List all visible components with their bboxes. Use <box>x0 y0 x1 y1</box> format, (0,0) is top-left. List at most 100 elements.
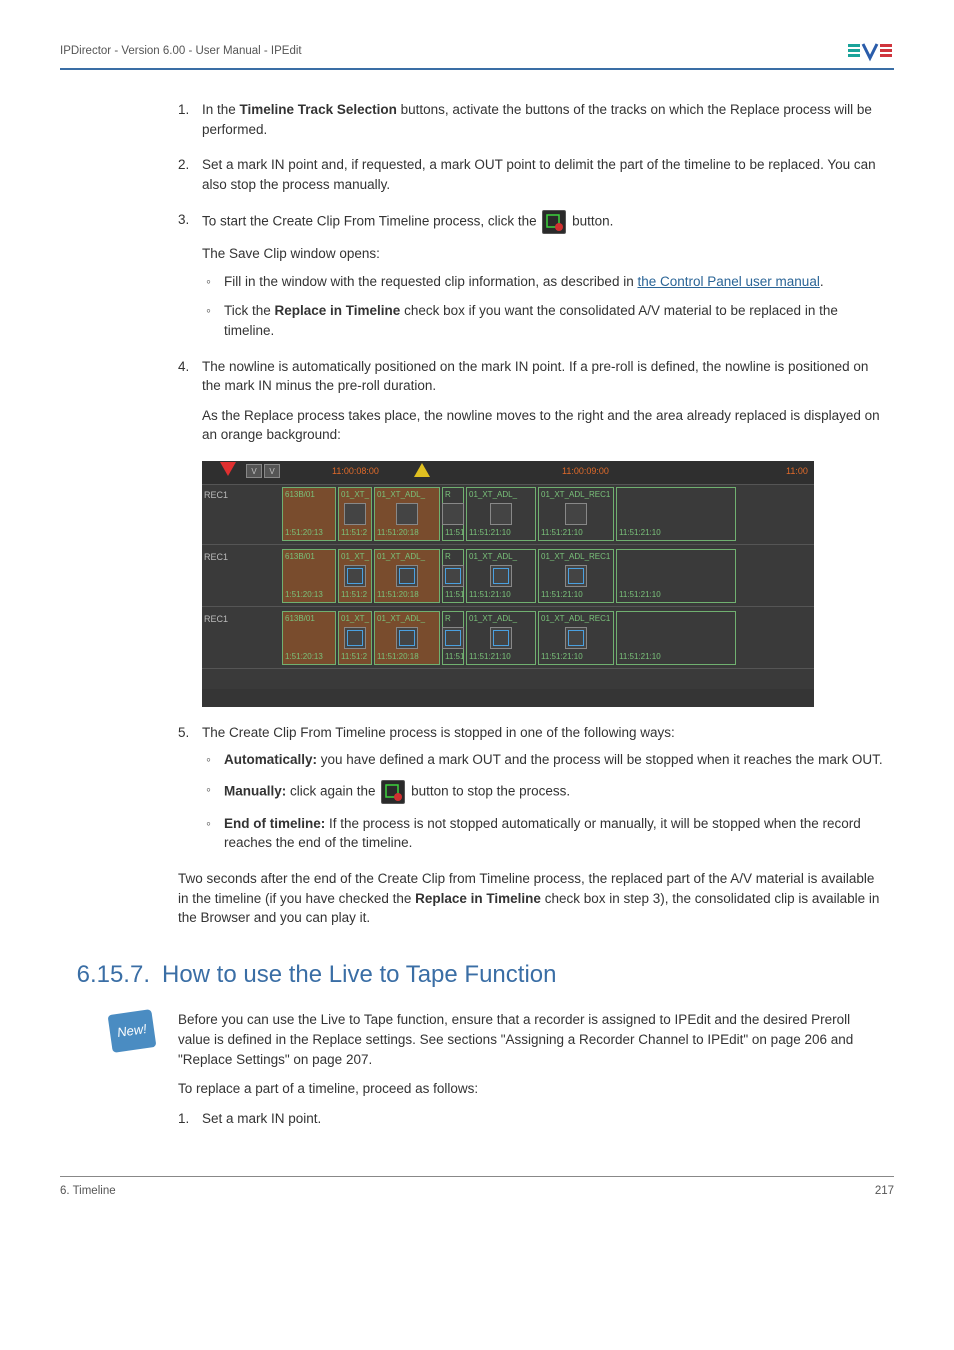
clip-timecode: 11:51:20:18 <box>377 651 439 663</box>
clip-thumbnail <box>344 503 366 525</box>
section-lead: To replace a part of a timeline, proceed… <box>178 1079 884 1099</box>
step-5: The Create Clip From Timeline process is… <box>178 723 884 853</box>
timeline-spacer <box>202 689 814 707</box>
step-1: In the Timeline Track Selection buttons,… <box>178 100 884 139</box>
timeline-clip: 613B/01 1:51:20:13 <box>282 487 336 541</box>
timeline-track: REC1 613B/011:51:20:1301_XT_11:51:2 01_XT_… <box>202 547 814 607</box>
v-button: V <box>264 464 280 478</box>
clip-thumbnail <box>396 565 418 587</box>
clip-timecode: 1:51:20:13 <box>285 651 335 663</box>
text: The Create Clip From Timeline process is… <box>202 725 675 740</box>
clip-thumbnail <box>565 627 587 649</box>
list-item: Tick the Replace in Timeline check box i… <box>202 301 884 340</box>
page-footer: 6. Timeline 217 <box>60 1176 894 1200</box>
clip-timecode: 11:51:2 <box>341 589 371 601</box>
clip-timecode: 11:51:2 <box>341 651 371 663</box>
clip-name: 01_XT_ADL_ <box>469 489 535 501</box>
clip-thumbnail <box>442 627 464 649</box>
clip-timecode: 11:51:21:10 <box>469 527 535 539</box>
timeline-clip: 01_XT_ADL_11:51:21:10 <box>466 611 536 665</box>
timeline-clip: 11:51:21:10 <box>616 549 736 603</box>
clip-timecode: 11:51:21:10 <box>619 527 735 539</box>
clip-thumbnail <box>490 627 512 649</box>
clip-name: R <box>445 489 463 501</box>
evs-logo-icon <box>848 40 894 62</box>
header-title: IPDirector - Version 6.00 - User Manual … <box>60 43 302 60</box>
nowline-marker-icon <box>220 462 236 476</box>
clip-timecode: 11:51:20:18 <box>377 527 439 539</box>
clip-timecode: 11:51:21:10 <box>541 651 613 663</box>
content-area: In the Timeline Track Selection buttons,… <box>178 100 884 1128</box>
timecode: 11:00:08:00 <box>332 465 379 478</box>
timeline-clip: 01_XT_11:51:2 <box>338 487 372 541</box>
clip-name: 01_XT_ADL_REC1 <box>541 551 613 563</box>
step-4: The nowline is automatically positioned … <box>178 357 884 445</box>
text: In the <box>202 102 240 117</box>
timeline-clip: 613B/011:51:20:13 <box>282 549 336 603</box>
track-label: REC1 <box>204 613 228 626</box>
clip-name: 01_XT_ADL_REC1 <box>541 613 613 625</box>
section-number: 6.15.7. <box>60 958 162 993</box>
procedure-list-contd: The nowline is automatically positioned … <box>178 357 884 445</box>
clip-name: 613B/01 <box>285 613 335 625</box>
bold-text: Timeline Track Selection <box>240 102 397 117</box>
list-item: Fill in the window with the requested cl… <box>202 272 884 292</box>
clip-name: 01_XT_ADL_ <box>377 489 439 501</box>
sub-list: Fill in the window with the requested cl… <box>202 272 884 341</box>
text: button to stop the process. <box>407 783 570 798</box>
track-label: REC1 <box>204 551 228 564</box>
control-panel-link[interactable]: the Control Panel user manual <box>637 274 819 289</box>
clip-name: 01_XT_ <box>341 489 371 501</box>
section-heading: 6.15.7. How to use the Live to Tape Func… <box>60 958 884 993</box>
clip-thumbnail <box>565 565 587 587</box>
timeline-clip: 01_XT_ADL_11:51:21:10 <box>466 549 536 603</box>
clip-timecode: 11:51:21:02 <box>445 589 463 601</box>
clip-name: 01_XT_ <box>341 613 371 625</box>
timeline-track: REC1613B/011:51:20:1301_XT_11:51:201_XT_… <box>202 485 814 545</box>
timeline-clip: R 11:51:21:02 <box>442 549 464 603</box>
text: The Save Clip window opens: <box>202 244 884 264</box>
bold-text: Manually: <box>224 783 286 798</box>
timeline-clip: 11:51:21:10 <box>616 611 736 665</box>
clip-name: 613B/01 <box>285 489 335 501</box>
step-2: Set a mark IN point and, if requested, a… <box>178 155 884 194</box>
timeline-clip: R11:51:21:02 <box>442 611 464 665</box>
clip-timecode: 11:51:21:10 <box>541 527 613 539</box>
sub-list: Automatically: you have defined a mark O… <box>202 750 884 853</box>
timeline-clip: 01_XT_ADL_REC1 11:51:21:10 <box>538 549 614 603</box>
clip-timecode: 1:51:20:13 <box>285 589 335 601</box>
footer-page-number: 217 <box>875 1183 894 1200</box>
timeline-clip: 01_XT_ADL_ 11:51:20:18 <box>374 487 440 541</box>
procedure-list-contd2: The Create Clip From Timeline process is… <box>178 723 884 853</box>
section-title: How to use the Live to Tape Function <box>162 958 556 993</box>
clip-thumbnail <box>344 565 366 587</box>
step-3: To start the Create Clip From Timeline p… <box>178 210 884 340</box>
clip-name: R <box>445 551 463 563</box>
clip-name: 01_XT_ADL_ <box>469 613 535 625</box>
timeline-clip: 01_XT_ 11:51:2 <box>338 611 372 665</box>
timecode: 11:00:09:00 <box>562 465 609 478</box>
timeline-clip: 01_XT_ADL_11:51:20:18 <box>374 611 440 665</box>
clip-thumbnail <box>396 627 418 649</box>
clip-timecode: 1:51:20:13 <box>285 527 335 539</box>
bold-text: Automatically: <box>224 752 317 767</box>
create-clip-icon <box>542 210 566 234</box>
text: Fill in the window with the requested cl… <box>224 274 637 289</box>
clip-name: 01_XT_ADL_ <box>377 551 439 563</box>
clip-name: 01_XT_ADL_REC1 <box>541 489 613 501</box>
timeline-screenshot: V V 11:00:08:00 11:00:09:00 11:00 REC161… <box>202 461 814 707</box>
bold-text: Replace in Timeline <box>275 303 401 318</box>
clip-timecode: 11:51:21:10 <box>619 651 735 663</box>
section-body: New! Before you can use the Live to Tape… <box>178 1010 884 1128</box>
list-item: Automatically: you have defined a mark O… <box>202 750 884 770</box>
text: Tick the <box>224 303 275 318</box>
section-step-1: Set a mark IN point. <box>178 1109 884 1129</box>
bold-text: Replace in Timeline <box>415 891 541 906</box>
clip-timecode: 11:51:20:18 <box>377 589 439 601</box>
timeline-clip: 01_XT_11:51:2 <box>338 549 372 603</box>
new-badge: New! <box>108 1010 157 1054</box>
clip-name: R <box>445 613 463 625</box>
track-label: REC1 <box>204 489 228 502</box>
list-item: Manually: click again the button to stop… <box>202 780 884 804</box>
clip-timecode: 11:51:21:10 <box>541 589 613 601</box>
